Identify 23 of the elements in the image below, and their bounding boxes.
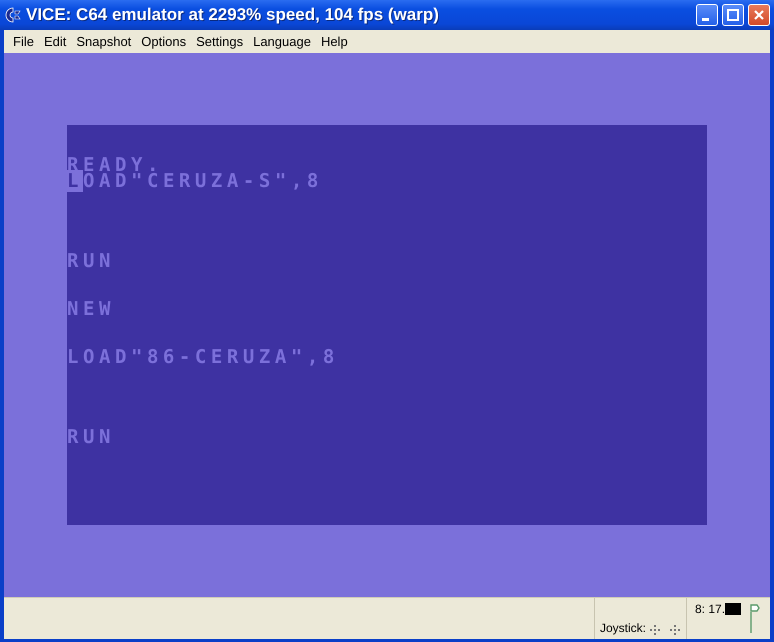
screen-line: RUN (67, 429, 116, 445)
minimize-button[interactable] (696, 4, 718, 26)
screen-line: READY. (67, 157, 163, 173)
drive-led-icon (725, 603, 742, 615)
menu-item[interactable]: File (8, 34, 39, 49)
menu-item[interactable]: Edit (38, 34, 72, 49)
close-icon (753, 9, 765, 21)
minimize-icon (702, 18, 708, 21)
menu-item[interactable]: Options (136, 34, 192, 49)
screen-line: NEW (67, 301, 116, 317)
maximize-button[interactable] (722, 4, 744, 26)
joystick-label: Joystick: (600, 621, 646, 635)
menu-item[interactable]: Snapshot (71, 34, 136, 49)
drive-status: 8: 17. (695, 602, 726, 616)
menu-item[interactable]: Settings (191, 34, 248, 49)
close-button[interactable] (748, 4, 770, 26)
maximize-icon (727, 9, 739, 21)
menu-item[interactable]: Help (316, 34, 353, 49)
screen-line: LOAD"86-CERUZA",8 (67, 349, 340, 365)
screen-line: RUN (67, 253, 116, 269)
menu-item[interactable]: Language (248, 34, 316, 49)
logo-icon (4, 6, 22, 24)
window-title: VICE: C64 emulator at 2293% speed, 104 fps (warp) (26, 5, 440, 25)
